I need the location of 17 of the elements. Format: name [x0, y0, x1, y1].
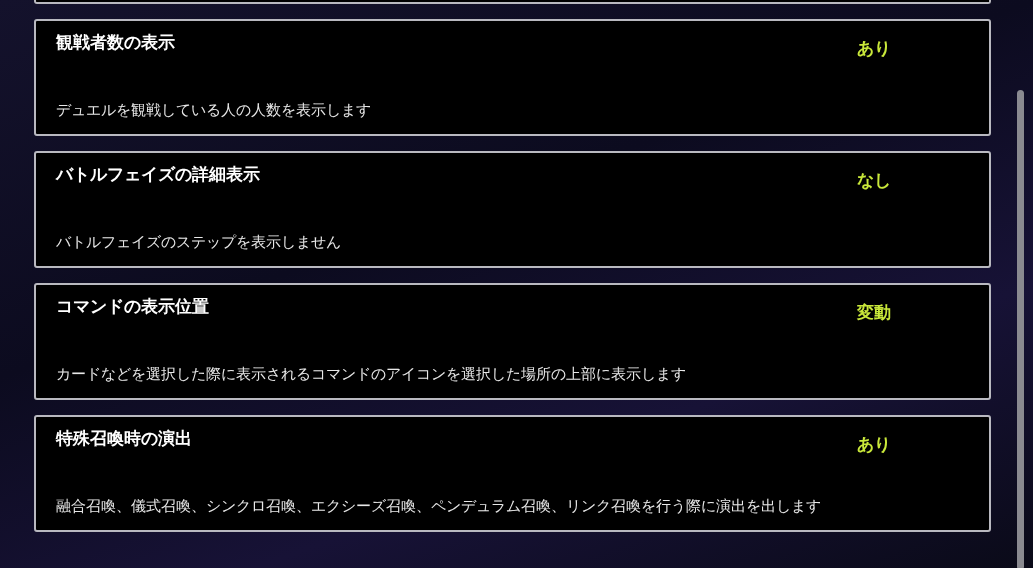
setting-description: バトルフェイズのステップを表示しません: [56, 233, 342, 252]
setting-title: バトルフェイズの詳細表示: [56, 163, 260, 186]
setting-title: 特殊召喚時の演出: [56, 427, 192, 450]
setting-card[interactable]: 観戦者数の表示 あり デュエルを観戦している人の人数を表示します: [34, 19, 991, 136]
setting-card[interactable]: コマンドの表示位置 変動 カードなどを選択した際に表示されるコマンドのアイコンを選択した場所の上部に表示します: [34, 283, 991, 400]
setting-value: なし: [857, 169, 891, 192]
setting-value: あり: [857, 433, 891, 456]
setting-description: 融合召喚、儀式召喚、シンクロ召喚、エクシーズ召喚、ペンデュラム召喚、リンク召喚を行う際に演出を出します: [56, 497, 822, 516]
setting-title: 観戦者数の表示: [56, 31, 175, 54]
setting-description: カードなどを選択した際に表示されるコマンドのアイコンを選択した場所の上部に表示します: [56, 365, 687, 384]
setting-card[interactable]: バトルフェイズの詳細表示 なし バトルフェイズのステップを表示しません: [34, 151, 991, 268]
setting-description: デュエルを観戦している人の人数を表示します: [56, 101, 372, 120]
setting-value: あり: [857, 37, 891, 60]
setting-card[interactable]: 特殊召喚時の演出 あり 融合召喚、儀式召喚、シンクロ召喚、エクシーズ召喚、ペンデュラム召喚、リンク召喚を行う際に演出を出します: [34, 415, 991, 532]
scrollbar-thumb[interactable]: [1017, 90, 1024, 568]
setting-title: コマンドの表示位置: [56, 295, 209, 318]
setting-value: 変動: [857, 301, 891, 324]
